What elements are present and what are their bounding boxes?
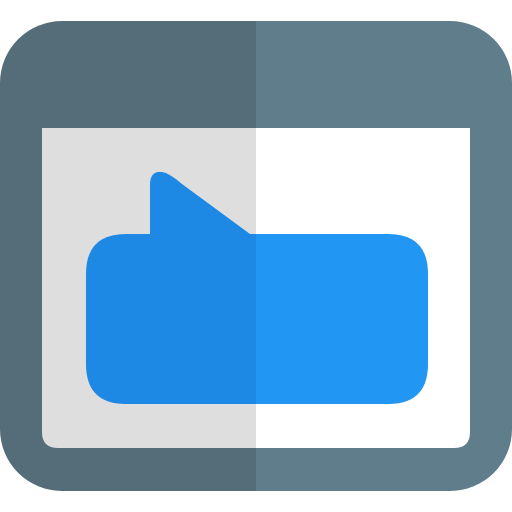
icon-canvas <box>0 0 512 512</box>
browser-window-chat-icon <box>0 21 512 491</box>
